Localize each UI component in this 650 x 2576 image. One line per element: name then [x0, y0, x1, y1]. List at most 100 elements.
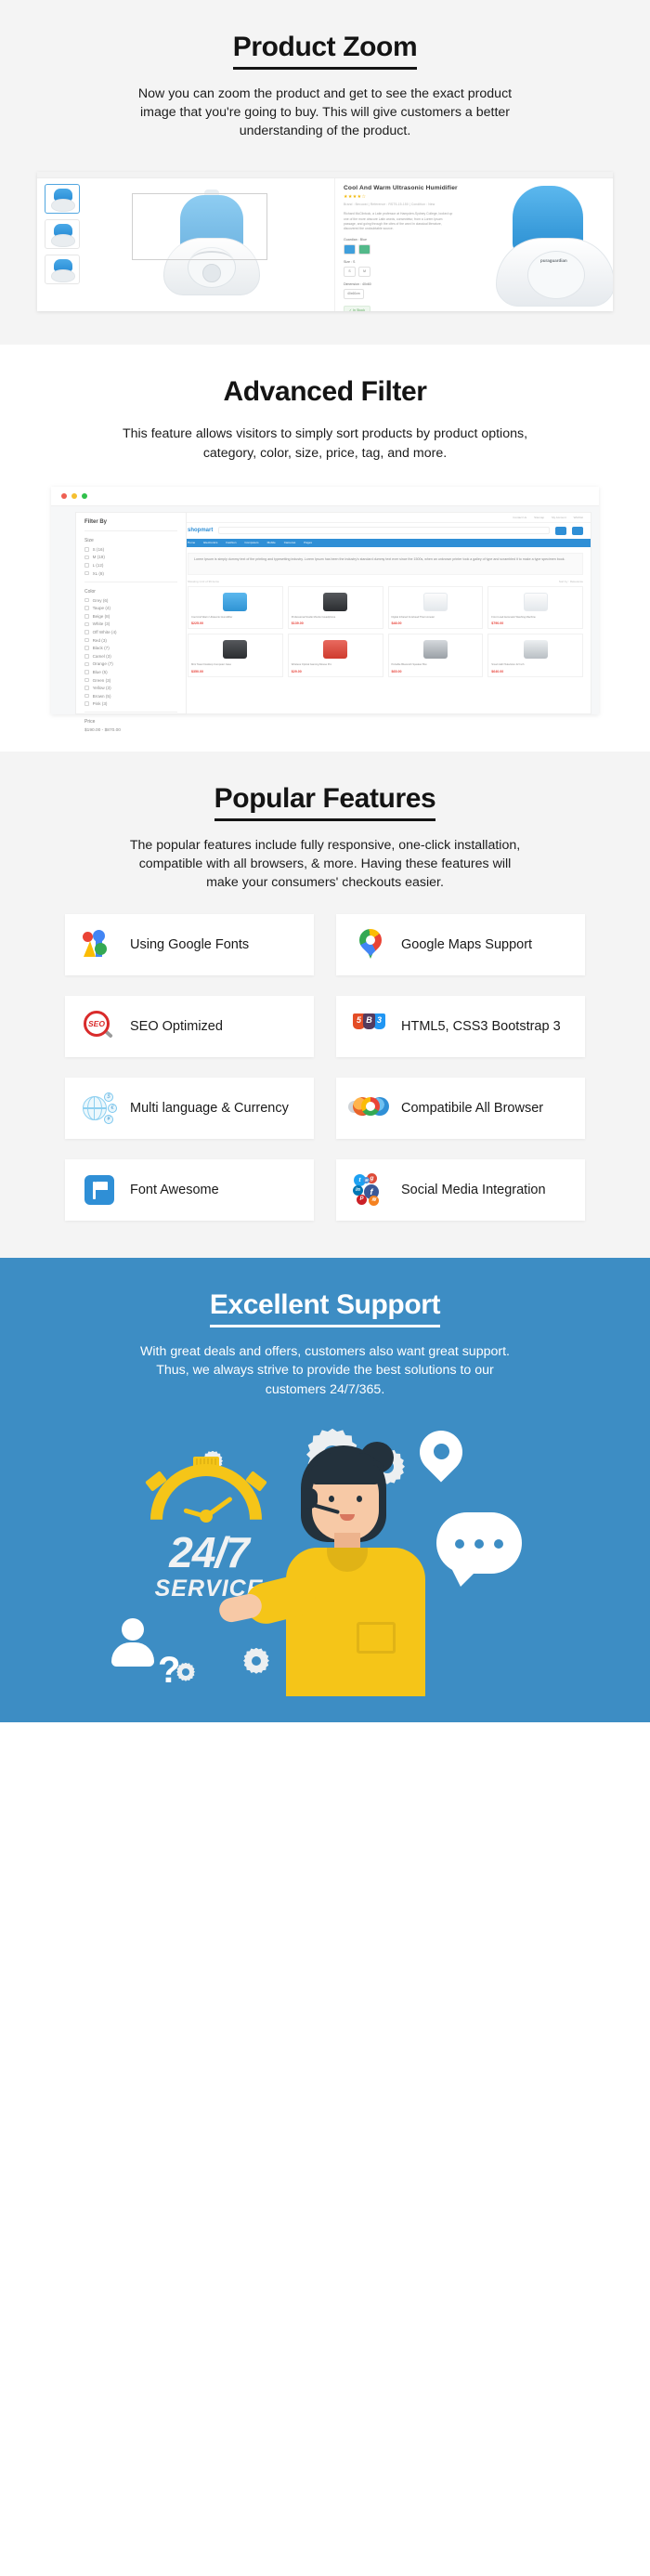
product-thumbnail-1[interactable] — [45, 184, 80, 215]
filter-option-color-blue[interactable]: Blue (5) — [84, 670, 177, 674]
feature-card-social-media[interactable]: t g ✉ in f P ≋ Social Media Integration — [336, 1159, 585, 1222]
filter-option-size-l[interactable]: L (12) — [84, 563, 177, 568]
filter-price-range: $190.00 - $870.00 — [84, 728, 121, 734]
browsers-icon — [348, 1091, 389, 1126]
zoomed-product-preview: puraguardian — [496, 186, 613, 308]
filter-option-color-grey[interactable]: Grey (6) — [84, 598, 177, 603]
social-media-icon: t g ✉ in f P ≋ — [353, 1172, 388, 1208]
window-maximize-dot[interactable] — [82, 492, 87, 499]
product-image — [523, 592, 548, 611]
product-zoom-screenshot: Cool And Warm Ultrasonic Humidifier ★★★★… — [37, 172, 613, 312]
product-brand-mark: puraguardian — [540, 258, 567, 264]
filter-group-size-title: Size — [84, 537, 94, 543]
feature-card-html5-css3-bootstrap[interactable]: 5B3 HTML5, CSS3 Bootstrap 3 — [336, 996, 585, 1058]
section-advanced-filter: Advanced Filter This feature allows visi… — [0, 345, 650, 752]
store-product-card[interactable]: Wireless Optical Gaming Mouse Pro $29.00 — [287, 634, 384, 677]
zoom-lens-overlay[interactable] — [132, 193, 267, 261]
store-nav-electronics[interactable]: Electronics — [203, 541, 217, 544]
product-name: Smart LED Television 42 Inch — [491, 663, 525, 667]
filter-panel-title: Filter By — [84, 519, 177, 531]
feature-card-google-maps[interactable]: Google Maps Support — [336, 914, 585, 976]
store-product-card[interactable]: Cool And Warm Ultrasonic Humidifier $225… — [188, 585, 283, 630]
store-topbar: Contact Us Sitemap My Account Wishlist — [180, 512, 591, 523]
feature-label: Font Awesome — [130, 1182, 219, 1197]
filter-option-color-black[interactable]: Black (7) — [84, 646, 177, 650]
filter-option-size-s[interactable]: S (16) — [84, 547, 177, 552]
window-minimize-dot[interactable] — [72, 492, 77, 499]
product-name: Front Load Automatic Washing Machine — [491, 615, 536, 619]
filter-option-color-red[interactable]: Red (3) — [84, 638, 177, 643]
store-product-card[interactable]: Mini Tower Desktop Computer Case $350.00 — [188, 634, 283, 677]
filter-option-color-taupe[interactable]: Taupe (4) — [84, 606, 177, 610]
color-swatch-blue[interactable] — [344, 243, 356, 255]
store-nav-home[interactable]: Home — [188, 541, 195, 544]
filter-option-color-brown[interactable]: Brown (5) — [84, 694, 177, 699]
store-product-card[interactable]: Smart LED Television 42 Inch $640.00 — [488, 634, 583, 677]
store-product-card[interactable]: Portable Bluetooth Speaker Box $65.00 — [387, 634, 484, 677]
feature-card-seo[interactable]: SEO SEO Optimized — [65, 996, 314, 1058]
product-thumbnail-2[interactable] — [45, 219, 80, 250]
filter-group-color-title: Color — [84, 588, 96, 595]
store-nav-mobile[interactable]: Mobile — [267, 541, 276, 544]
seo-icon: SEO — [82, 1009, 117, 1044]
store-sort-select[interactable]: Sort by : Relevance — [559, 580, 583, 583]
filter-option-color-beige[interactable]: Beige (8) — [84, 614, 177, 619]
product-zoom-title: Product Zoom — [0, 0, 650, 70]
section-excellent-support: Excellent Support With great deals and o… — [0, 1258, 650, 1722]
store-nav-cameras[interactable]: Cameras — [284, 541, 296, 544]
product-name: Portable Bluetooth Speaker Box — [391, 663, 427, 667]
support-agent-illustration — [216, 1440, 438, 1696]
feature-card-browser-compatibility[interactable]: Compatibile All Browser — [336, 1078, 585, 1140]
store-product-card[interactable]: Professional Studio Monitor Headphone $1… — [287, 585, 384, 630]
product-description: Richard McClintock, a Latin professor at… — [344, 212, 453, 231]
store-topbar-link-wishlist[interactable]: Wishlist — [574, 516, 583, 519]
product-price: $29.00 — [291, 669, 302, 673]
product-main-image[interactable] — [89, 178, 334, 311]
filter-panel: Filter By Size S (16) M (19) L (12) XL (… — [75, 511, 187, 733]
size-option-m[interactable]: M — [358, 266, 370, 277]
filter-option-color-white[interactable]: White (3) — [84, 621, 177, 626]
filter-option-color-camel[interactable]: Camel (3) — [84, 654, 177, 659]
filter-option-size-m[interactable]: M (19) — [84, 555, 177, 559]
store-topbar-link-account[interactable]: My Account — [552, 516, 566, 519]
dimension-option[interactable]: 40x60cm — [344, 288, 364, 299]
store-nav-pages[interactable]: Pages — [304, 541, 312, 544]
feature-card-multi-language[interactable]: $ € ¥ Multi language & Currency — [65, 1078, 314, 1140]
filter-option-color-yellow[interactable]: Yellow (3) — [84, 686, 177, 690]
color-swatch-green[interactable] — [358, 243, 370, 255]
store-product-card[interactable]: Digital Infrared Forehead Thermometer $4… — [387, 585, 484, 630]
filter-option-size-xl[interactable]: XL (8) — [84, 571, 177, 576]
feature-label: HTML5, CSS3 Bootstrap 3 — [401, 1018, 561, 1034]
feature-card-google-fonts[interactable]: Using Google Fonts — [65, 914, 314, 976]
product-name: Mini Tower Desktop Computer Case — [191, 663, 231, 667]
product-thumbnail-list — [37, 178, 89, 311]
product-price: $48.00 — [391, 621, 402, 626]
store-nav-computers[interactable]: Computers — [244, 541, 258, 544]
store-nav-fashion[interactable]: Fashion — [226, 541, 236, 544]
filter-option-color-orange[interactable]: Orange (7) — [84, 661, 177, 666]
advanced-filter-description: This feature allows visitors to simply s… — [122, 426, 528, 461]
store-topbar-link-contact[interactable]: Contact Us — [513, 516, 526, 519]
location-pin-icon — [410, 1421, 472, 1483]
filter-option-color-pink[interactable]: Pink (3) — [84, 701, 177, 706]
product-name: Digital Infrared Forehead Thermometer — [391, 615, 436, 619]
product-thumbnail-3[interactable] — [45, 255, 80, 285]
store-logo[interactable]: shopmart — [188, 528, 213, 533]
window-close-dot[interactable] — [61, 492, 67, 499]
store-topbar-link-sitemap[interactable]: Sitemap — [534, 516, 544, 519]
store-results-count: Showing 1-12 of 36 items — [188, 579, 219, 583]
store-product-card[interactable]: Front Load Automatic Washing Machine $79… — [488, 585, 583, 630]
advanced-filter-title: Advanced Filter — [223, 376, 427, 408]
store-cart-icon[interactable] — [555, 526, 566, 535]
store-search-input[interactable] — [218, 527, 550, 535]
filter-option-color-off-white[interactable]: Off White (4) — [84, 630, 177, 634]
product-image — [323, 592, 348, 611]
product-image — [422, 640, 448, 660]
filter-option-color-green[interactable]: Green (3) — [84, 678, 177, 683]
store-user-icon[interactable] — [572, 526, 583, 535]
section-popular-features: Popular Features The popular features in… — [0, 751, 650, 1259]
size-option-s[interactable]: S — [344, 266, 356, 277]
popular-features-description: The popular features include fully respo… — [129, 837, 521, 891]
feature-card-font-awesome[interactable]: Font Awesome — [65, 1159, 314, 1222]
store-product-grid: Cool And Warm Ultrasonic Humidifier $225… — [180, 585, 591, 677]
